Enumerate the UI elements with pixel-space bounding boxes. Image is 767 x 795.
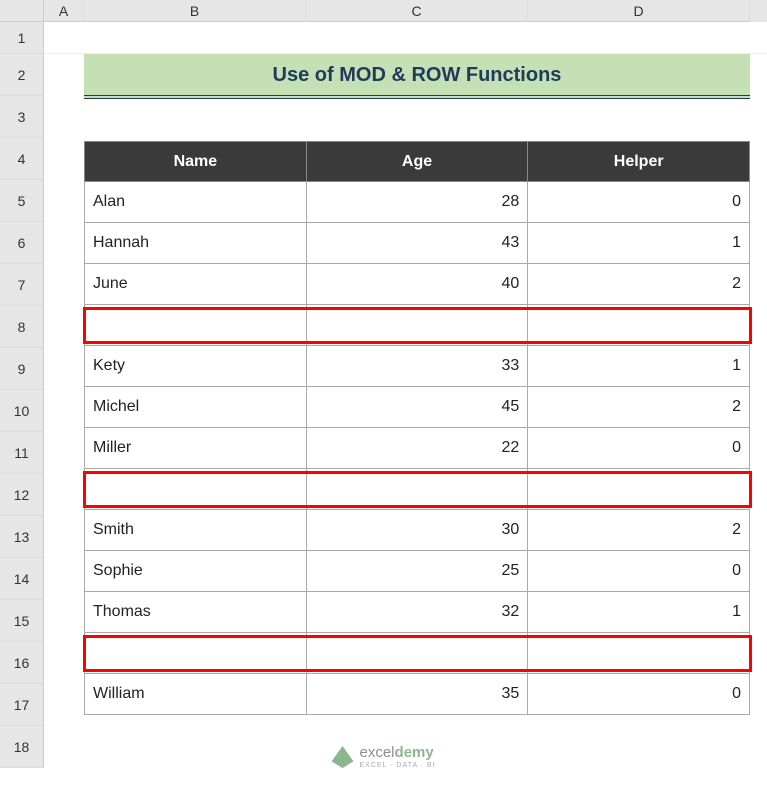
col-header-c[interactable]: C: [306, 0, 528, 22]
cell-age[interactable]: 45: [306, 387, 528, 428]
table-row[interactable]: Hannah431: [85, 223, 750, 264]
cell-age[interactable]: [306, 305, 528, 346]
spacer-row: [84, 99, 750, 141]
col-header-d[interactable]: D: [528, 0, 750, 22]
table-row[interactable]: Smith302: [85, 510, 750, 551]
cell-helper[interactable]: [528, 469, 750, 510]
table-row[interactable]: Michel452: [85, 387, 750, 428]
row-header[interactable]: 5: [0, 180, 44, 222]
cell-helper[interactable]: 2: [528, 387, 750, 428]
cell-age[interactable]: 43: [306, 223, 528, 264]
cell-name[interactable]: Sophie: [85, 551, 307, 592]
cell-age[interactable]: 35: [306, 674, 528, 715]
cell-helper[interactable]: 1: [528, 223, 750, 264]
cell-name[interactable]: [85, 633, 307, 674]
cell-helper[interactable]: [528, 633, 750, 674]
col-header-b[interactable]: B: [84, 0, 306, 22]
row-header[interactable]: 17: [0, 684, 44, 726]
row-header[interactable]: 4: [0, 138, 44, 180]
cell-age[interactable]: [306, 469, 528, 510]
cell-helper[interactable]: 0: [528, 182, 750, 223]
watermark: exceldemy EXCEL · DATA · BI: [332, 745, 436, 769]
table-row[interactable]: Miller220: [85, 428, 750, 469]
cell-age[interactable]: 40: [306, 264, 528, 305]
row-header[interactable]: 16: [0, 642, 44, 684]
row-header[interactable]: 7: [0, 264, 44, 306]
data-table: Name Age Helper Alan280Hannah431June402K…: [84, 141, 750, 715]
cell-helper[interactable]: [528, 305, 750, 346]
row-header[interactable]: 6: [0, 222, 44, 264]
spreadsheet-grid: 123456789101112131415161718 A B C D Use …: [0, 0, 767, 795]
row-header[interactable]: 14: [0, 558, 44, 600]
cell-name[interactable]: Thomas: [85, 592, 307, 633]
row-header[interactable]: 13: [0, 516, 44, 558]
cell-name[interactable]: Miller: [85, 428, 307, 469]
table-header-row: Name Age Helper: [85, 142, 750, 182]
cell-name[interactable]: Michel: [85, 387, 307, 428]
cell-helper[interactable]: 0: [528, 674, 750, 715]
row-header[interactable]: 18: [0, 726, 44, 768]
row-header[interactable]: 9: [0, 348, 44, 390]
col-header-a[interactable]: A: [44, 0, 84, 22]
cell-age[interactable]: 30: [306, 510, 528, 551]
header-age: Age: [306, 142, 528, 182]
table-row[interactable]: Thomas321: [85, 592, 750, 633]
cell-helper[interactable]: 1: [528, 346, 750, 387]
cell-helper[interactable]: 2: [528, 510, 750, 551]
cell-helper[interactable]: 0: [528, 428, 750, 469]
cell-age[interactable]: 33: [306, 346, 528, 387]
cell-name[interactable]: Kety: [85, 346, 307, 387]
cell-name[interactable]: June: [85, 264, 307, 305]
table-row[interactable]: June402: [85, 264, 750, 305]
cell-name[interactable]: Hannah: [85, 223, 307, 264]
cell-name[interactable]: [85, 305, 307, 346]
cell-age[interactable]: 28: [306, 182, 528, 223]
watermark-brand: exceldemy: [360, 745, 436, 760]
table-row[interactable]: Kety331: [85, 346, 750, 387]
cell-name[interactable]: Smith: [85, 510, 307, 551]
cell-name[interactable]: Alan: [85, 182, 307, 223]
cell-helper[interactable]: 2: [528, 264, 750, 305]
cell-helper[interactable]: 0: [528, 551, 750, 592]
cell-age[interactable]: 22: [306, 428, 528, 469]
column-header-row: A B C D: [44, 0, 767, 22]
row-header[interactable]: 12: [0, 474, 44, 516]
table-row[interactable]: [85, 305, 750, 346]
sheet-body[interactable]: Use of MOD & ROW Functions Name Age Help…: [44, 22, 767, 795]
row-header[interactable]: 1: [0, 22, 44, 54]
row-header[interactable]: 15: [0, 600, 44, 642]
table-row[interactable]: Sophie250: [85, 551, 750, 592]
table-row[interactable]: William350: [85, 674, 750, 715]
cell-name[interactable]: William: [85, 674, 307, 715]
cell-helper[interactable]: 1: [528, 592, 750, 633]
header-helper: Helper: [528, 142, 750, 182]
row-header[interactable]: 8: [0, 306, 44, 348]
page-title: Use of MOD & ROW Functions: [84, 54, 750, 99]
row-header[interactable]: 11: [0, 432, 44, 474]
row-header[interactable]: 3: [0, 96, 44, 138]
row-header[interactable]: 10: [0, 390, 44, 432]
row-header[interactable]: 2: [0, 54, 44, 96]
row-header-gutter: 123456789101112131415161718: [0, 0, 44, 795]
watermark-tagline: EXCEL · DATA · BI: [360, 762, 436, 769]
cell-age[interactable]: [306, 633, 528, 674]
watermark-icon: [332, 746, 354, 768]
select-all-corner[interactable]: [0, 0, 44, 22]
table-row[interactable]: [85, 633, 750, 674]
table-row[interactable]: Alan280: [85, 182, 750, 223]
cell-name[interactable]: [85, 469, 307, 510]
cell-age[interactable]: 25: [306, 551, 528, 592]
table-row[interactable]: [85, 469, 750, 510]
cell-age[interactable]: 32: [306, 592, 528, 633]
header-name: Name: [85, 142, 307, 182]
